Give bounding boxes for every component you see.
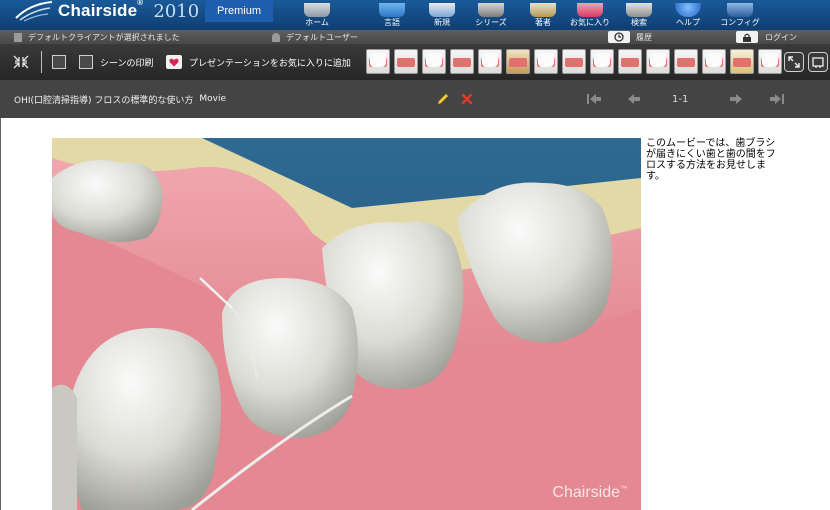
nav-author-button[interactable]: 著者 <box>528 0 558 30</box>
edition-badge: Premium <box>205 0 273 22</box>
app-header: Chairside® 2010 Premium ホーム 言語 新規 シリーズ 著… <box>0 0 830 30</box>
login-label[interactable]: ログイン <box>765 30 797 44</box>
scene-thumbnail[interactable] <box>506 49 530 74</box>
print-scene-action[interactable]: シーンの印刷 <box>79 44 154 80</box>
movie-player[interactable]: Chairside™ <box>52 138 641 510</box>
search-icon <box>626 3 652 17</box>
print-scene-button[interactable] <box>52 44 73 80</box>
author-icon <box>530 3 556 17</box>
scene-title-bar: OHI(口腔清掃指導) フロスの標準的な使い方 Movie 1-1 <box>0 80 830 118</box>
scene-toolbar: シーンの印刷 プレゼンテーションをお気に入りに追加 <box>0 44 830 80</box>
user-status: デフォルトユーザー <box>272 30 358 44</box>
globe-icon <box>379 3 405 17</box>
scene-thumbnail[interactable] <box>422 49 446 74</box>
home-icon <box>304 3 330 17</box>
app-year: 2010 <box>153 0 200 22</box>
expand-icon <box>788 56 800 68</box>
app-logo: Chairside® 2010 <box>14 0 199 22</box>
history-label[interactable]: 履歴 <box>636 30 652 44</box>
last-page-icon[interactable] <box>768 91 786 107</box>
delete-icon[interactable] <box>460 92 474 106</box>
add-favorite-button[interactable]: プレゼンテーションをお気に入りに追加 <box>166 44 351 80</box>
clock-icon <box>614 32 624 42</box>
scene-thumbnail[interactable] <box>730 49 754 74</box>
login-button[interactable] <box>736 31 758 43</box>
fit-screen-button[interactable] <box>12 44 30 80</box>
printer-icon <box>79 55 93 69</box>
heart-icon <box>166 55 182 69</box>
scene-thumbnail[interactable] <box>366 49 390 74</box>
series-icon <box>478 3 504 17</box>
scene-thumbnail[interactable] <box>618 49 642 74</box>
nav-help-button[interactable]: ヘルプ <box>673 0 703 30</box>
scene-thumbnail[interactable] <box>702 49 726 74</box>
scene-thumbnail[interactable] <box>394 49 418 74</box>
next-page-icon[interactable] <box>727 91 745 107</box>
nav-config-button[interactable]: コンフィグ <box>720 0 760 30</box>
pencil-icon[interactable] <box>436 92 450 106</box>
scene-title: OHI(口腔清掃指導) フロスの標準的な使い方 Movie <box>14 94 227 106</box>
collapse-icon <box>13 55 29 69</box>
config-icon <box>727 3 753 17</box>
scene-thumbnail[interactable] <box>674 49 698 74</box>
scene-thumbnail[interactable] <box>590 49 614 74</box>
lock-icon <box>743 33 751 42</box>
scene-type: Movie <box>199 94 227 104</box>
scene-thumbnail[interactable] <box>646 49 670 74</box>
help-icon <box>675 3 701 17</box>
scene-thumbnail[interactable] <box>534 49 558 74</box>
presentation-icon <box>812 57 824 68</box>
user-icon <box>272 32 280 42</box>
scene-thumbnail[interactable] <box>450 49 474 74</box>
nav-home-button[interactable]: ホーム <box>300 0 334 30</box>
scene-description: このムービーでは、歯ブラシが届きにくい歯と歯の間をフロスする方法をお見せします。 <box>646 138 776 182</box>
chairside-logo-icon <box>15 1 53 22</box>
favorites-icon <box>577 3 603 17</box>
nav-series-button[interactable]: シリーズ <box>472 0 510 30</box>
nav-new-button[interactable]: 新規 <box>427 0 457 30</box>
expand-button[interactable] <box>784 52 804 72</box>
toolbar-divider <box>41 44 42 80</box>
first-page-icon[interactable] <box>585 91 603 107</box>
app-name: Chairside® <box>58 0 144 20</box>
window-edge <box>0 118 1 510</box>
page-indicator: 1-1 <box>672 93 689 105</box>
new-icon <box>429 3 455 17</box>
previous-page-icon[interactable] <box>625 91 643 107</box>
history-button[interactable] <box>608 31 630 43</box>
flossing-illustration <box>52 138 641 510</box>
scene-thumbnail[interactable] <box>478 49 502 74</box>
status-bar: デフォルトクライアントが選択されました デフォルトユーザー 履歴 ログイン <box>0 30 830 44</box>
presentation-button[interactable] <box>808 52 828 72</box>
scene-thumbnail[interactable] <box>562 49 586 74</box>
scene-thumbnail[interactable] <box>758 49 782 74</box>
chair-icon <box>14 32 22 42</box>
print-icon <box>52 55 66 69</box>
chairside-watermark: Chairside™ <box>552 484 627 501</box>
nav-favorites-button[interactable]: お気に入り <box>567 0 613 30</box>
client-status: デフォルトクライアントが選択されました <box>14 30 180 44</box>
nav-language-button[interactable]: 言語 <box>377 0 407 30</box>
nav-search-button[interactable]: 検索 <box>622 0 656 30</box>
